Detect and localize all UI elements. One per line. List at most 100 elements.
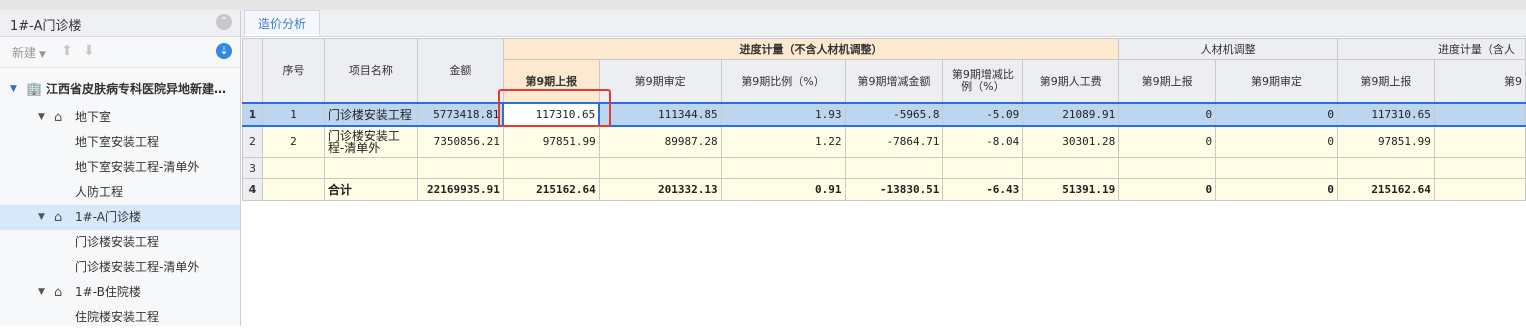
cell-name[interactable]: 门诊楼安装工程 (323, 101, 418, 127)
tree-item-basement-install-extra[interactable]: 地下室安装工程-清单外 (0, 155, 240, 180)
cell-p9-audit[interactable]: 89987.28 (598, 125, 722, 158)
cell-incl-audit[interactable] (1433, 125, 1526, 158)
cell-incl-audit[interactable] (1433, 101, 1526, 127)
cell-incl-audit[interactable] (1433, 178, 1526, 201)
group-header-progress-excl: 进度计量（不含人材机调整） (502, 38, 1120, 60)
cell-amount[interactable]: 22169935.91 (416, 178, 504, 201)
table-row[interactable]: 1 1 门诊楼安装工程 5773418.81 117310.65 111344.… (242, 101, 1526, 127)
cell-rcj-report[interactable]: 0 (1118, 178, 1217, 201)
cell-p9-diff-ratio[interactable]: -5.09 (942, 101, 1024, 127)
tree-item-basement[interactable]: ▼ ⌂ 地下室 (0, 105, 240, 130)
table-row[interactable]: 2 2 门诊楼安装工程-清单外 7350856.21 97851.99 8998… (242, 125, 1526, 158)
expand-triangle-icon[interactable]: ▼ (10, 77, 17, 102)
tree-item-outpatient-building[interactable]: ▼ ⌂ 1#-A门诊楼 (0, 205, 240, 230)
tree-item-basement-install[interactable]: 地下室安装工程 (0, 130, 240, 155)
cell-incl-report[interactable]: 117310.65 (1336, 101, 1435, 127)
collapse-icon[interactable]: ⌃ (216, 14, 232, 30)
col-header-p9-report[interactable]: 第9期上报 (502, 59, 600, 103)
cell-amount[interactable]: 5773418.81 (416, 101, 504, 127)
cell-p9-report[interactable]: 97851.99 (502, 125, 600, 158)
cell-name[interactable] (323, 157, 418, 179)
row-number[interactable]: 4 (242, 178, 263, 201)
cell-p9-diff-amount[interactable] (844, 157, 944, 179)
col-header-p9-diff-ratio[interactable]: 第9期增减比例（%） (942, 59, 1024, 103)
group-header-rcj-adjust: 人材机调整 (1118, 38, 1338, 60)
col-header-seq[interactable]: 序号 (261, 38, 325, 103)
cell-seq[interactable] (261, 178, 325, 201)
cell-p9-diff-ratio[interactable]: -8.04 (942, 125, 1024, 158)
tree-item-label: 1#-A门诊楼 (75, 210, 141, 224)
cell-p9-audit[interactable]: 111344.85 (598, 101, 722, 127)
cell-p9-audit[interactable]: 201332.13 (598, 178, 722, 201)
tree-item-inpatient-building[interactable]: ▼ ⌂ 1#-B住院楼 (0, 280, 240, 305)
cell-p9-report[interactable]: 215162.64 (502, 178, 600, 201)
house-icon: ⌂ (54, 110, 63, 125)
tree-item-inpatient-install[interactable]: 住院楼安装工程 (0, 305, 240, 330)
move-up-icon[interactable]: ⬆ (60, 43, 74, 59)
tree-item-project-root[interactable]: ▼ 🏢 江西省皮肤病专科医院异地新建… (0, 77, 240, 102)
tree-item-outpatient-install-extra[interactable]: 门诊楼安装工程-清单外 (0, 255, 240, 280)
tree-item-civil-defense[interactable]: 人防工程 (0, 180, 240, 205)
col-header-rcj-report[interactable]: 第9期上报 (1118, 59, 1217, 103)
cell-p9-audit[interactable] (598, 157, 722, 179)
cell-incl-report[interactable]: 97851.99 (1336, 125, 1435, 158)
cell-p9-labor[interactable] (1022, 157, 1120, 179)
col-header-p9-diff-amount[interactable]: 第9期增减金额 (844, 59, 944, 103)
cell-rcj-audit[interactable]: 0 (1215, 178, 1338, 201)
cell-p9-ratio[interactable]: 0.91 (720, 178, 846, 201)
tree-item-outpatient-install[interactable]: 门诊楼安装工程 (0, 230, 240, 255)
cell-p9-diff-ratio[interactable] (942, 157, 1024, 179)
row-number[interactable]: 2 (242, 125, 263, 158)
cell-p9-report[interactable] (502, 157, 600, 179)
cell-amount[interactable]: 7350856.21 (416, 125, 504, 158)
cell-p9-report-active[interactable]: 117310.65 (502, 101, 601, 127)
cell-p9-diff-amount[interactable]: -7864.71 (844, 125, 944, 158)
cell-rcj-report[interactable] (1118, 157, 1217, 179)
cell-rcj-report[interactable]: 0 (1118, 101, 1217, 127)
col-header-p9-audit[interactable]: 第9期审定 (598, 59, 722, 103)
cell-p9-diff-amount[interactable]: -13830.51 (844, 178, 944, 201)
cell-name[interactable]: 合计 (323, 178, 418, 201)
row-number[interactable]: 1 (242, 101, 263, 127)
expand-triangle-icon[interactable]: ▼ (38, 205, 45, 230)
cell-seq[interactable] (261, 157, 325, 179)
table-row-total[interactable]: 4 合计 22169935.91 215162.64 201332.13 0.9… (242, 178, 1526, 201)
building-icon: 🏢 (26, 82, 43, 97)
col-header-incl-report[interactable]: 第9期上报 (1336, 59, 1435, 103)
cell-incl-report[interactable]: 215162.64 (1336, 178, 1435, 201)
house-icon: ⌂ (54, 285, 63, 300)
cell-rcj-report[interactable]: 0 (1118, 125, 1217, 158)
cell-rcj-audit[interactable] (1215, 157, 1338, 179)
download-icon[interactable]: ⇣ (216, 43, 232, 59)
cell-seq[interactable]: 1 (261, 101, 325, 127)
cell-p9-ratio[interactable]: 1.22 (720, 125, 846, 158)
cell-rcj-audit[interactable]: 0 (1215, 125, 1338, 158)
move-down-icon[interactable]: ⬇ (82, 43, 96, 59)
table-row[interactable]: 3 (242, 157, 1526, 179)
cell-incl-report[interactable] (1336, 157, 1435, 179)
cell-amount[interactable] (416, 157, 504, 179)
cell-p9-labor[interactable]: 51391.19 (1022, 178, 1120, 201)
col-header-p9-labor[interactable]: 第9期人工费 (1022, 59, 1120, 103)
col-header-name[interactable]: 项目名称 (323, 38, 418, 103)
cell-p9-labor[interactable]: 30301.28 (1022, 125, 1120, 158)
cell-p9-labor[interactable]: 21089.91 (1022, 101, 1120, 127)
row-number[interactable]: 3 (242, 157, 263, 179)
expand-triangle-icon[interactable]: ▼ (38, 105, 45, 130)
chevron-down-icon: ▼ (39, 50, 46, 60)
col-header-p9-ratio[interactable]: 第9期比例（%） (720, 59, 846, 103)
col-header-amount[interactable]: 金额 (416, 38, 504, 103)
col-header-rcj-audit[interactable]: 第9期审定 (1215, 59, 1338, 103)
cell-p9-diff-amount[interactable]: -5965.8 (844, 101, 944, 127)
expand-triangle-icon[interactable]: ▼ (38, 280, 45, 305)
cell-seq[interactable]: 2 (261, 125, 325, 158)
cell-incl-audit[interactable] (1433, 157, 1526, 179)
cell-p9-ratio[interactable] (720, 157, 846, 179)
cell-p9-ratio[interactable]: 1.93 (720, 101, 846, 127)
tab-cost-analysis[interactable]: 造价分析 (244, 10, 320, 36)
cell-name[interactable]: 门诊楼安装工程-清单外 (323, 125, 418, 158)
cell-p9-diff-ratio[interactable]: -6.43 (942, 178, 1024, 201)
cell-rcj-audit[interactable]: 0 (1215, 101, 1338, 127)
col-header-incl-audit[interactable]: 第9 (1433, 59, 1526, 103)
new-button[interactable]: 新建 ▼ (12, 44, 46, 61)
